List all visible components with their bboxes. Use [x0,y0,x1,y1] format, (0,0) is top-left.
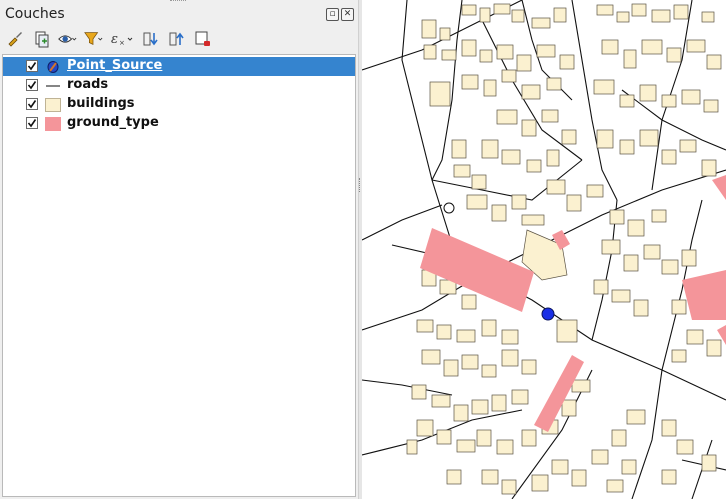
layer-checkbox[interactable] [26,79,38,91]
layer-name: roads [67,77,109,92]
map-canvas[interactable] [362,0,726,499]
layer-name: Point_Source [67,58,163,73]
expand-all-icon[interactable] [141,29,161,49]
expression-filter-icon[interactable]: ε × [109,29,135,49]
collapse-all-icon[interactable] [167,29,187,49]
filter-icon[interactable] [83,29,103,49]
svg-text:ε: ε [111,32,118,47]
layer-checkbox[interactable] [26,60,38,72]
close-icon[interactable]: ✕ [341,8,354,21]
layer-row-roads[interactable]: roads [3,76,355,95]
layer-row-buildings[interactable]: buildings [3,95,355,114]
layers-toolbar: ε × [5,29,213,49]
polygon-icon [45,97,61,112]
panel-title: Couches [5,6,65,22]
line-icon [45,78,61,92]
layer-tree: Point_Source roads buildings ground_type [2,54,356,497]
layer-name: buildings [67,96,135,111]
svg-text:×: × [119,39,125,47]
layer-checkbox[interactable] [26,98,38,110]
float-icon[interactable]: ▫ [326,8,339,21]
point-source-feature [541,307,555,321]
layer-row-ground-type[interactable]: ground_type [3,114,355,133]
style-brush-icon[interactable] [5,29,25,49]
layers-panel: Couches ▫ ✕ ε × Point_Source roads build… [0,0,358,499]
layer-row-point-source[interactable]: Point_Source [3,57,355,76]
point-icon [45,59,61,73]
layer-name: ground_type [67,115,159,130]
layer-checkbox[interactable] [26,117,38,129]
polygon-icon [45,116,61,131]
add-group-icon[interactable] [31,29,51,49]
visibility-eye-icon[interactable] [57,29,77,49]
panel-drag-handle[interactable] [170,0,186,3]
remove-layer-icon[interactable] [193,29,213,49]
